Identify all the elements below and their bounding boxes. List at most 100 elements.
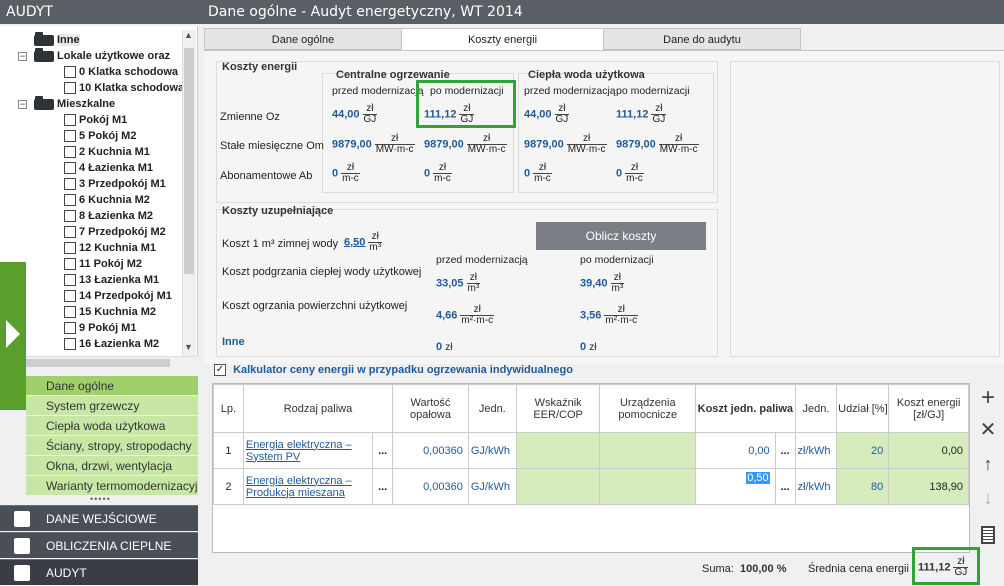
cost-cell-editing[interactable]: 0,50 — [695, 468, 776, 505]
tree-node[interactable]: 7 Przedpokój M2 — [64, 224, 166, 240]
tree-node[interactable]: 14 Przedpokój M1 — [64, 288, 172, 304]
tree-node[interactable]: 16 Łazienka M2 — [64, 336, 159, 352]
table-row[interactable]: 1 Energia elektryczna – System PV ... 0,… — [213, 432, 969, 469]
nav-item-sciany[interactable]: Ściany, stropy, stropodachy — [26, 436, 198, 456]
tree-node[interactable]: 4 Łazienka M1 — [64, 160, 153, 176]
nav-audyt[interactable]: AUDYT — [0, 559, 198, 585]
plus-icon[interactable]: + — [972, 383, 1004, 413]
calculate-costs-button[interactable]: Oblicz koszty — [536, 222, 706, 250]
tree-node-label: Inne — [57, 34, 80, 46]
tree-node[interactable]: Lokale użytkowe oraz — [34, 47, 170, 64]
cwu-after-ab[interactable]: 0 zł m-c — [616, 163, 644, 184]
nav-item-warianty[interactable]: Warianty termomodernizacyjne — [26, 476, 198, 496]
row-lp: 2 — [213, 468, 244, 505]
cost-cell[interactable]: 0,00 — [695, 432, 776, 469]
document-icon — [64, 162, 76, 175]
document-icon — [64, 146, 76, 159]
tree-node-label: 6 Kuchnia M2 — [79, 194, 150, 206]
cwu-before-om[interactable]: 9879,00 zł MW·m-c — [524, 134, 607, 155]
energy-section-title: Koszty energii — [222, 61, 298, 73]
co-before-oz[interactable]: 44,00 zł GJ — [332, 104, 378, 125]
fuel-cell[interactable]: Energia elektryczna – System PV — [242, 432, 374, 469]
tree-node[interactable]: 11 Pokój M2 — [64, 256, 142, 272]
cwu-before-ab[interactable]: 0 zł m-c — [524, 163, 552, 184]
co-before-om[interactable]: 9879,00 zł MW·m-c — [332, 134, 415, 155]
nav-item-cieple-woda[interactable]: Ciepła woda użytkowa — [26, 416, 198, 436]
fuel-cell[interactable]: Energia elektryczna – Produkcja mieszana — [242, 468, 374, 505]
extra-before-label: przed modernizacją — [436, 254, 528, 266]
share-cell[interactable]: 20 — [836, 432, 890, 469]
arrow-down-icon[interactable]: ↓ — [972, 483, 1004, 513]
tree-node[interactable]: 13 Łazienka M1 — [64, 272, 159, 288]
tree-node[interactable]: Pokój M1 — [64, 112, 127, 128]
fuel-dots-button[interactable]: ... — [372, 468, 394, 505]
tab-dane-do-audytu[interactable]: Dane do audytu — [603, 28, 801, 50]
close-icon[interactable]: ✕ — [972, 415, 1004, 445]
nav-item-okna[interactable]: Okna, drzwi, wentylacja — [26, 456, 198, 476]
tree-node[interactable]: 15 Kuchnia M2 — [64, 304, 156, 320]
arrow-up-icon[interactable]: ↑ — [972, 449, 1004, 479]
tree-node-label: 10 Klatka schodowa — [79, 82, 185, 94]
tab-koszty-energii[interactable]: Koszty energii — [401, 28, 604, 50]
tree-node[interactable]: Inne — [34, 31, 80, 48]
hot-water-after-value: 39,40 zł m³ — [580, 272, 625, 294]
heat-value-cell[interactable]: 0,00360 — [392, 432, 469, 469]
table-row[interactable]: 2 Energia elektryczna – Produkcja miesza… — [213, 468, 969, 505]
collapse-icon[interactable]: − — [18, 52, 27, 61]
tab-dane-ogolne[interactable]: Dane ogólne — [204, 28, 402, 50]
tree-node[interactable]: 9 Pokój M1 — [64, 320, 136, 336]
sum-value: 100,00 % — [740, 563, 787, 575]
calculator-checkbox[interactable]: ✓ — [214, 364, 226, 377]
row-label-ab: Abonamentowe Ab — [220, 170, 313, 182]
aux-cell[interactable] — [599, 468, 697, 505]
cwu-before-label: przed modernizacją — [524, 85, 616, 97]
horizontal-scroll-thumb[interactable] — [20, 359, 170, 367]
scroll-down-icon[interactable]: ▼ — [184, 342, 193, 352]
eer-cell[interactable] — [515, 432, 601, 469]
cwu-after-oz[interactable]: 111,12 zł GJ — [616, 104, 667, 125]
tree-node-label: 12 Kuchnia M1 — [79, 242, 157, 254]
tree-node[interactable]: 5 Pokój M2 — [64, 128, 136, 144]
col-unit-cost: Koszt jedn. paliwa — [695, 384, 796, 433]
tree-node[interactable]: 3 Przedpokój M1 — [64, 176, 166, 192]
object-tree[interactable]: Inne Lokale użytkowe oraz − 0 Klatka schodo… — [0, 26, 198, 356]
tree-node[interactable]: 10 Klatka schodowa — [64, 80, 184, 96]
sum-label: Suma: — [702, 563, 734, 575]
avg-highlight-box — [912, 547, 980, 585]
cwu-after-om[interactable]: 9879,00 zł MW·m-c — [616, 134, 699, 155]
fuel-dots-button[interactable]: ... — [372, 432, 394, 469]
tree-node[interactable]: 0 Klatka schodowa — [64, 64, 178, 80]
tree-scroll-thumb[interactable] — [184, 48, 194, 274]
tree-node[interactable]: 2 Kuchnia M1 — [64, 144, 150, 160]
tree-node[interactable]: Mieszkalne — [34, 95, 115, 112]
aux-cell[interactable] — [599, 432, 697, 469]
collapse-panel-strip[interactable] — [0, 262, 26, 410]
cost-dots-button[interactable]: ... — [774, 468, 796, 505]
cold-water-value[interactable]: 6,50 zł m³ — [344, 232, 383, 253]
cost-edit-input[interactable]: 0,50 — [746, 472, 770, 484]
tree-node[interactable]: 6 Kuchnia M2 — [64, 192, 150, 208]
calculator-icon[interactable] — [972, 519, 1004, 549]
share-cell[interactable]: 80 — [836, 468, 890, 505]
co-after-ab[interactable]: 0 zł m-c — [424, 163, 452, 184]
tree-node-label: 14 Przedpokój M1 — [79, 290, 172, 302]
cwu-before-oz[interactable]: 44,00 zł GJ — [524, 104, 570, 125]
nav-obliczenia-cieplne[interactable]: OBLICZENIA CIEPLNE — [0, 532, 198, 558]
collapse-icon[interactable]: − — [18, 100, 27, 109]
eer-cell[interactable] — [515, 468, 601, 505]
tree-node[interactable]: 12 Kuchnia M1 — [64, 240, 156, 256]
nav-item-system-grzewczy[interactable]: System grzewczy — [26, 396, 198, 416]
empty-panel — [730, 61, 1000, 357]
cost-dots-button[interactable]: ... — [774, 432, 796, 469]
co-after-om[interactable]: 9879,00 zł MW·m-c — [424, 134, 507, 155]
col-unit: Jedn. — [467, 384, 517, 433]
nav-dane-wejsciowe[interactable]: DANE WEJŚCIOWE — [0, 505, 198, 531]
splitter-handle[interactable]: ••••• — [90, 494, 111, 504]
window-title: Dane ogólne - Audyt energetyczny, WT 201… — [200, 0, 1004, 24]
heat-value-cell[interactable]: 0,00360 — [392, 468, 469, 505]
hot-water-title: Ciepła woda użytkowa — [528, 69, 645, 81]
scroll-up-icon[interactable]: ▲ — [184, 30, 193, 40]
tree-node[interactable]: 8 Łazienka M2 — [64, 208, 153, 224]
nav-item-dane-ogolne[interactable]: Dane ogólne — [26, 376, 198, 396]
co-before-ab[interactable]: 0 zł m-c — [332, 163, 360, 184]
